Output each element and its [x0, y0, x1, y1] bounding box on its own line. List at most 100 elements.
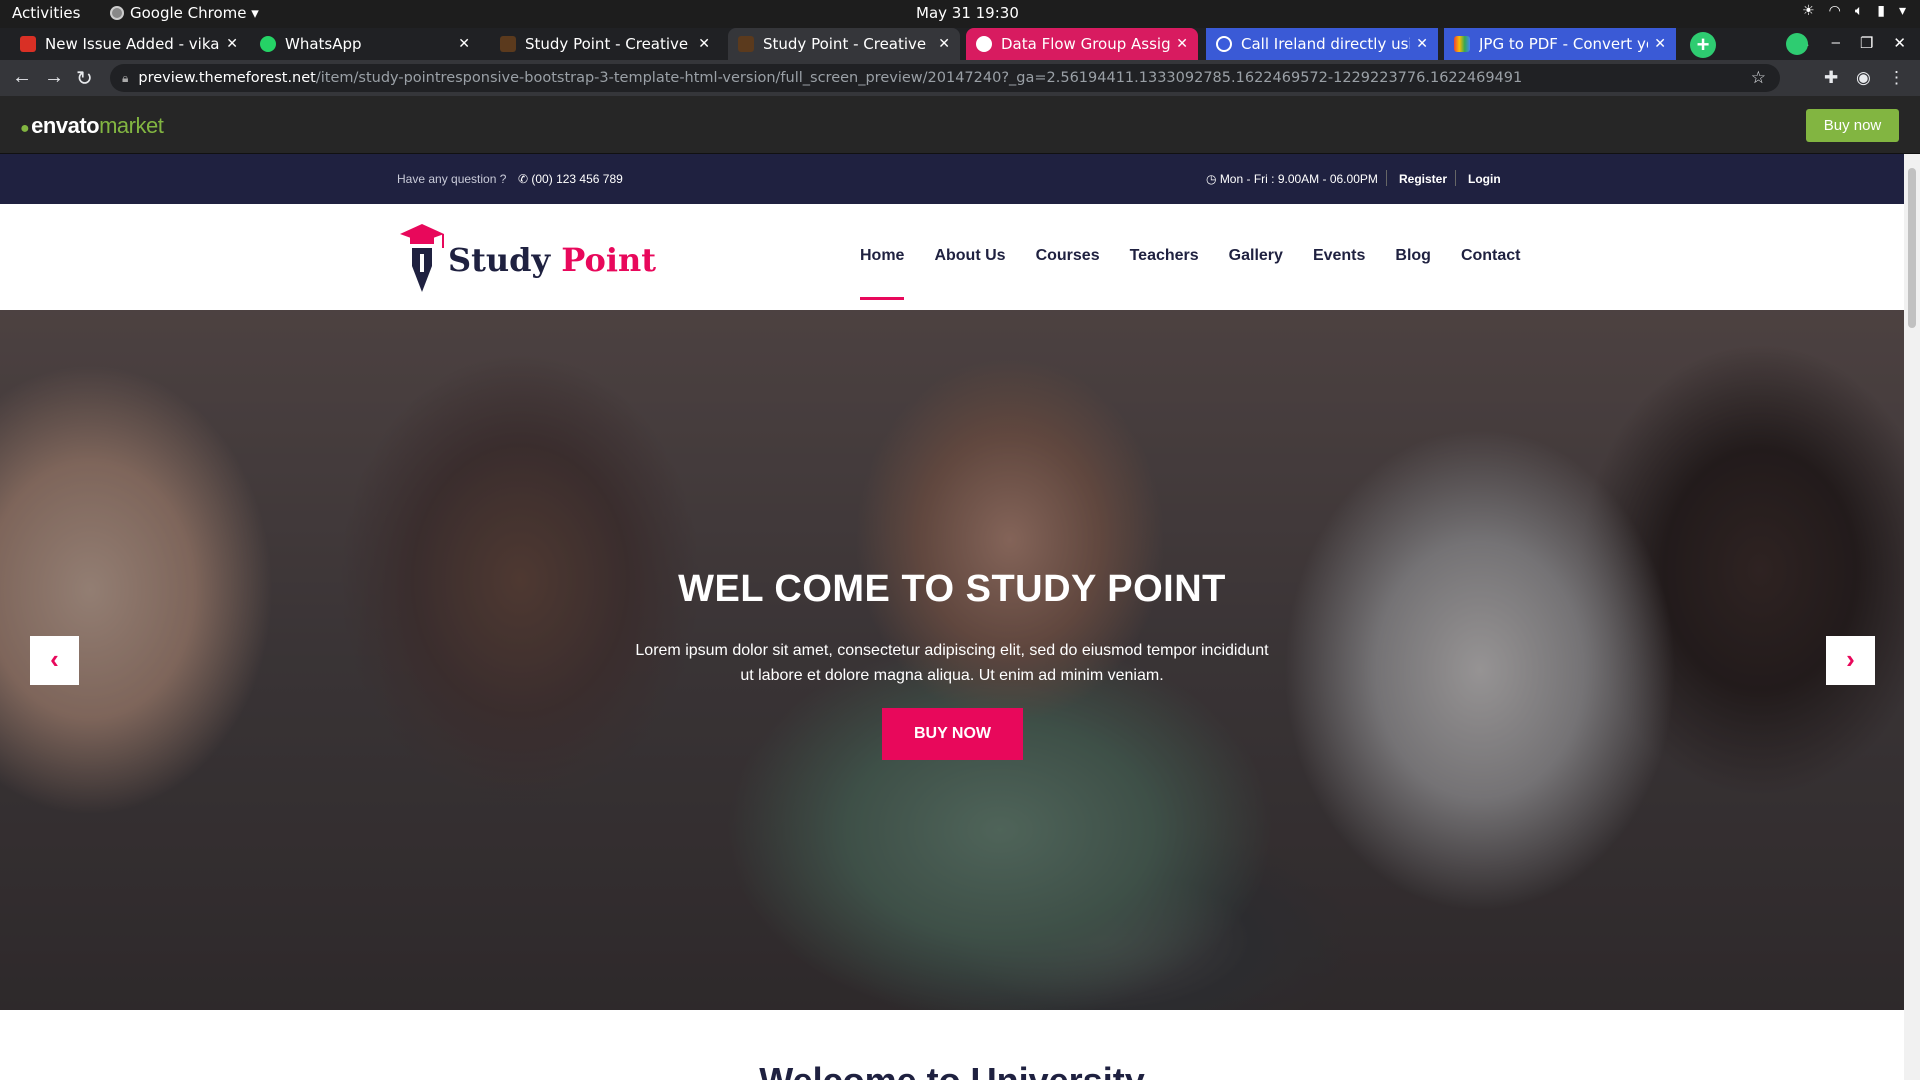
chevron-right-icon: ›	[1846, 644, 1855, 674]
nav-home[interactable]: Home	[860, 247, 905, 300]
close-icon[interactable]: ✕	[226, 36, 238, 52]
close-icon[interactable]: ✕	[458, 36, 470, 52]
pdf-converter-icon	[1454, 36, 1470, 52]
tab-title: WhatsApp	[285, 35, 362, 53]
brand-word-point: Point	[561, 241, 657, 279]
tab-strip: New Issue Added - vikash ✕ WhatsApp ✕ St…	[0, 28, 1920, 60]
page-scrollbar[interactable]	[1904, 154, 1920, 1080]
skype-icon	[1216, 36, 1232, 52]
browser-tab-active[interactable]: Study Point - Creative Mul ✕	[728, 28, 960, 60]
gmail-icon	[20, 36, 36, 52]
study-point-logo[interactable]: Study Point	[398, 222, 656, 294]
battery-icon: ▮	[1877, 3, 1885, 19]
study-point-favicon-icon	[738, 36, 754, 52]
site-navbar: Study Point Home About Us Courses Teache…	[0, 204, 1904, 310]
chevron-left-icon: ‹	[50, 644, 59, 674]
app-menu[interactable]: Google Chrome ▾	[110, 4, 259, 22]
toolbar: ← → ↻ 🔒︎ preview.themeforest.net/item/st…	[0, 60, 1920, 96]
new-tab-button[interactable]: +	[1690, 32, 1716, 58]
close-icon[interactable]: ✕	[1416, 36, 1428, 52]
close-icon[interactable]: ✕	[698, 36, 710, 52]
activities-button[interactable]: Activities	[12, 4, 80, 22]
browser-tab[interactable]: Study Point - Creative Mul ✕	[490, 28, 720, 60]
scrollbar-thumb[interactable]	[1908, 168, 1916, 328]
restore-icon[interactable]: ❐	[1860, 34, 1873, 52]
clock-icon: ◷	[1206, 172, 1220, 186]
study-point-favicon-icon	[500, 36, 516, 52]
office-hours-text: Mon - Fri : 9.00AM - 06.00PM	[1219, 172, 1378, 186]
phone-number-text: (00) 123 456 789	[531, 172, 623, 186]
envato-bar: ●envatomarket Buy now	[0, 96, 1920, 154]
url-path: /item/study-pointresponsive-bootstrap-3-…	[315, 70, 1523, 86]
tab-title: New Issue Added - vikash	[45, 35, 221, 53]
address-bar[interactable]: 🔒︎ preview.themeforest.net/item/study-po…	[110, 64, 1780, 92]
login-link[interactable]: Login	[1468, 172, 1501, 186]
browser-tab[interactable]: WhatsApp ✕	[250, 28, 480, 60]
more-menu-icon[interactable]: ⋮	[1888, 68, 1905, 88]
welcome-section: Welcome to University	[0, 1010, 1904, 1080]
close-icon[interactable]: ✕	[938, 36, 950, 52]
forward-arrow-icon[interactable]: →	[44, 66, 64, 89]
slider-prev-button[interactable]: ‹	[30, 636, 79, 685]
browser-tab[interactable]: Call Ireland directly using ✕	[1206, 28, 1438, 60]
minimize-icon[interactable]: –	[1832, 34, 1840, 52]
clock[interactable]: May 31 19:30	[916, 4, 1019, 22]
whatsapp-icon	[260, 36, 276, 52]
site-preview: Have any question ? ✆ (00) 123 456 789 ◷…	[0, 154, 1904, 1080]
slider-next-button[interactable]: ›	[1826, 636, 1875, 685]
tab-title: Study Point - Creative Mul	[525, 35, 692, 53]
browser-tab[interactable]: New Issue Added - vikash ✕	[10, 28, 248, 60]
bookmark-star-icon[interactable]: ☆	[1751, 68, 1766, 88]
divider	[1455, 170, 1456, 186]
tab-title: Call Ireland directly using	[1241, 35, 1410, 53]
tab-title: JPG to PDF - Convert your	[1479, 35, 1648, 53]
brand-name: Study Point	[448, 241, 656, 279]
nav-teachers[interactable]: Teachers	[1130, 247, 1199, 265]
system-tray[interactable]: ☀ ◠ 🔈︎ ▮ ▾	[1802, 3, 1906, 19]
leaf-icon: ●	[20, 120, 30, 137]
welcome-heading: Welcome to University	[0, 1060, 1904, 1080]
phone-icon: ✆	[518, 172, 532, 186]
chevron-down-icon: ▾	[1898, 3, 1906, 19]
graduation-pen-icon	[400, 224, 444, 292]
buy-now-button[interactable]: Buy now	[1806, 109, 1899, 142]
contact-info-bar: Have any question ? ✆ (00) 123 456 789 ◷…	[0, 154, 1904, 204]
office-hours: ◷ Mon - Fri : 9.00AM - 06.00PM	[1206, 172, 1378, 186]
register-link[interactable]: Register	[1399, 172, 1447, 186]
close-icon[interactable]: ✕	[1654, 36, 1666, 52]
brand-word-study: Study	[448, 241, 551, 279]
nav-about-us[interactable]: About Us	[934, 247, 1005, 265]
browser-tab[interactable]: Data Flow Group Assignm ✕	[966, 28, 1198, 60]
nav-contact[interactable]: Contact	[1461, 247, 1521, 265]
reload-icon[interactable]: ↻	[76, 66, 93, 91]
browser-tab[interactable]: JPG to PDF - Convert your ✕	[1444, 28, 1676, 60]
envato-logo-market: market	[99, 113, 164, 138]
question-text: Have any question ?	[397, 172, 507, 186]
tab-title: Data Flow Group Assignm	[1001, 35, 1171, 53]
back-arrow-icon[interactable]: ←	[12, 66, 32, 89]
tab-title: Study Point - Creative Mul	[763, 35, 932, 53]
close-window-icon[interactable]: ✕	[1893, 34, 1906, 52]
phone-number: ✆ (00) 123 456 789	[518, 172, 623, 186]
hero-title: WEL COME TO STUDY POINT	[678, 568, 1226, 610]
envato-logo[interactable]: ●envatomarket	[20, 113, 164, 139]
window-controls: ⌄ – ❐ ✕	[1799, 34, 1906, 52]
url-host: preview.themeforest.net	[138, 70, 316, 86]
hero-description: Lorem ipsum dolor sit amet, consectetur …	[635, 642, 1269, 684]
avatar[interactable]: ◉	[1856, 68, 1871, 88]
chrome-icon	[110, 6, 124, 20]
nav-gallery[interactable]: Gallery	[1229, 247, 1283, 265]
close-icon[interactable]: ✕	[1176, 36, 1188, 52]
divider	[1386, 170, 1387, 186]
envato-logo-text: envato	[31, 113, 100, 138]
lock-icon[interactable]: 🔒︎	[122, 71, 128, 86]
nav-events[interactable]: Events	[1313, 247, 1365, 265]
volume-icon: 🔈︎	[1854, 3, 1864, 19]
profile-sync-icon[interactable]	[1786, 33, 1808, 55]
hero-buy-now-button[interactable]: BUY NOW	[882, 708, 1023, 760]
nav-courses[interactable]: Courses	[1036, 247, 1100, 265]
brightness-icon: ☀	[1802, 3, 1815, 19]
extensions-puzzle-icon[interactable]: ✚	[1824, 68, 1838, 88]
nav-blog[interactable]: Blog	[1395, 247, 1431, 265]
hero-slider: WEL COME TO STUDY POINT Lorem ipsum dolo…	[0, 310, 1904, 1010]
